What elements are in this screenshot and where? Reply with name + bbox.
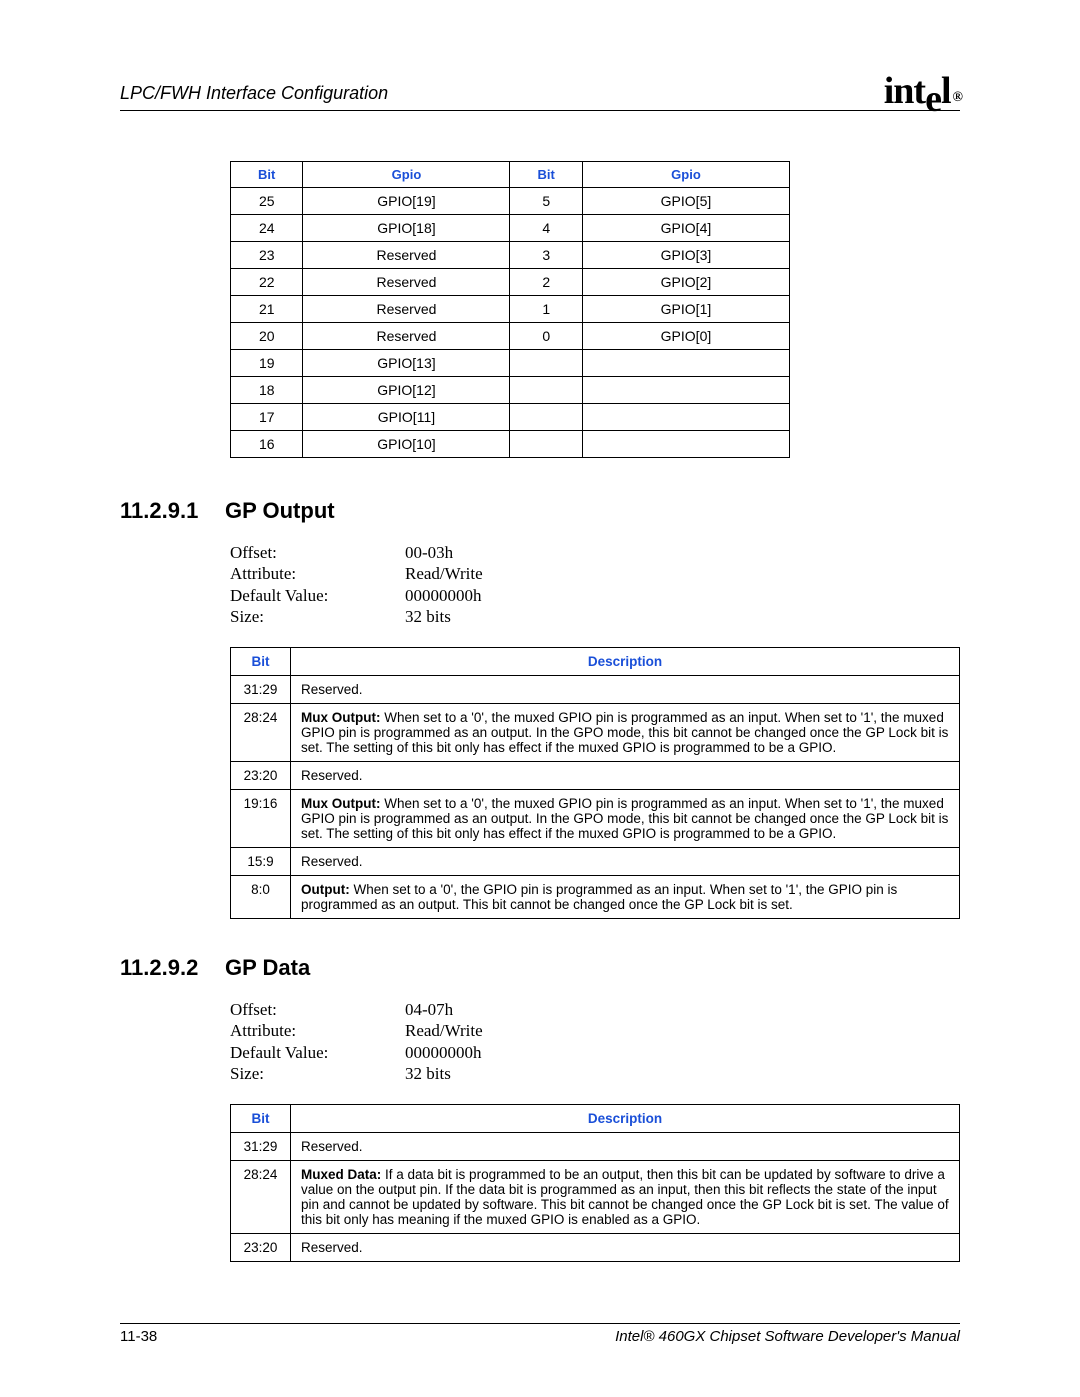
attr-row: Offset:04-07h <box>230 999 960 1020</box>
table-row: 28:24Mux Output: When set to a '0', the … <box>231 704 960 762</box>
col-bit-1: Bit <box>231 162 303 188</box>
attr-row: Offset:00-03h <box>230 542 960 563</box>
gp-data-desc-table: Bit Description 31:29Reserved.28:24Muxed… <box>230 1104 960 1262</box>
page-footer: 11-38 Intel® 460GX Chipset Software Deve… <box>120 1323 960 1345</box>
table-row: 31:29Reserved. <box>231 676 960 704</box>
attr-row: Size:32 bits <box>230 606 960 627</box>
table-row: 23:20Reserved. <box>231 762 960 790</box>
footer-manual-title: Intel® 460GX Chipset Software Developer'… <box>615 1328 960 1345</box>
table-row: 28:24Muxed Data: If a data bit is progra… <box>231 1161 960 1234</box>
table-row: 25GPIO[19]5GPIO[5] <box>231 188 790 215</box>
table-row: 23Reserved3GPIO[3] <box>231 242 790 269</box>
table-row: 23:20Reserved. <box>231 1234 960 1262</box>
table-row: 19:16Mux Output: When set to a '0', the … <box>231 790 960 848</box>
table-row: 19GPIO[13] <box>231 350 790 377</box>
table-row: 15:9Reserved. <box>231 848 960 876</box>
attr-row: Size:32 bits <box>230 1063 960 1084</box>
table-row: 20Reserved0GPIO[0] <box>231 323 790 350</box>
col-gpio-1: Gpio <box>303 162 510 188</box>
section-heading-gp-output: 11.2.9.1GP Output <box>120 498 960 524</box>
section-heading-gp-data: 11.2.9.2GP Data <box>120 955 960 981</box>
attr-row: Attribute:Read/Write <box>230 563 960 584</box>
gp-output-attrs: Offset:00-03hAttribute:Read/WriteDefault… <box>230 542 960 627</box>
gp-data-attrs: Offset:04-07hAttribute:Read/WriteDefault… <box>230 999 960 1084</box>
table-row: 16GPIO[10] <box>231 431 790 458</box>
col-gpio-2: Gpio <box>582 162 789 188</box>
gpio-bit-table: Bit Gpio Bit Gpio 25GPIO[19]5GPIO[5]24GP… <box>230 161 790 458</box>
attr-row: Default Value:00000000h <box>230 585 960 606</box>
table-row: 22Reserved2GPIO[2] <box>231 269 790 296</box>
table-row: 31:29Reserved. <box>231 1133 960 1161</box>
table-row: 18GPIO[12] <box>231 377 790 404</box>
table-row: 24GPIO[18]4GPIO[4] <box>231 215 790 242</box>
attr-row: Attribute:Read/Write <box>230 1020 960 1041</box>
col-bit-2: Bit <box>510 162 582 188</box>
gp-output-desc-table: Bit Description 31:29Reserved.28:24Mux O… <box>230 647 960 919</box>
header-title: LPC/FWH Interface Configuration <box>120 83 388 104</box>
attr-row: Default Value:00000000h <box>230 1042 960 1063</box>
page-number: 11-38 <box>120 1328 157 1345</box>
intel-logo: intel® <box>884 74 960 108</box>
table-row: 21Reserved1GPIO[1] <box>231 296 790 323</box>
table-row: 8:0Output: When set to a '0', the GPIO p… <box>231 876 960 919</box>
table-row: 17GPIO[11] <box>231 404 790 431</box>
page-header: LPC/FWH Interface Configuration intel® <box>120 70 960 111</box>
